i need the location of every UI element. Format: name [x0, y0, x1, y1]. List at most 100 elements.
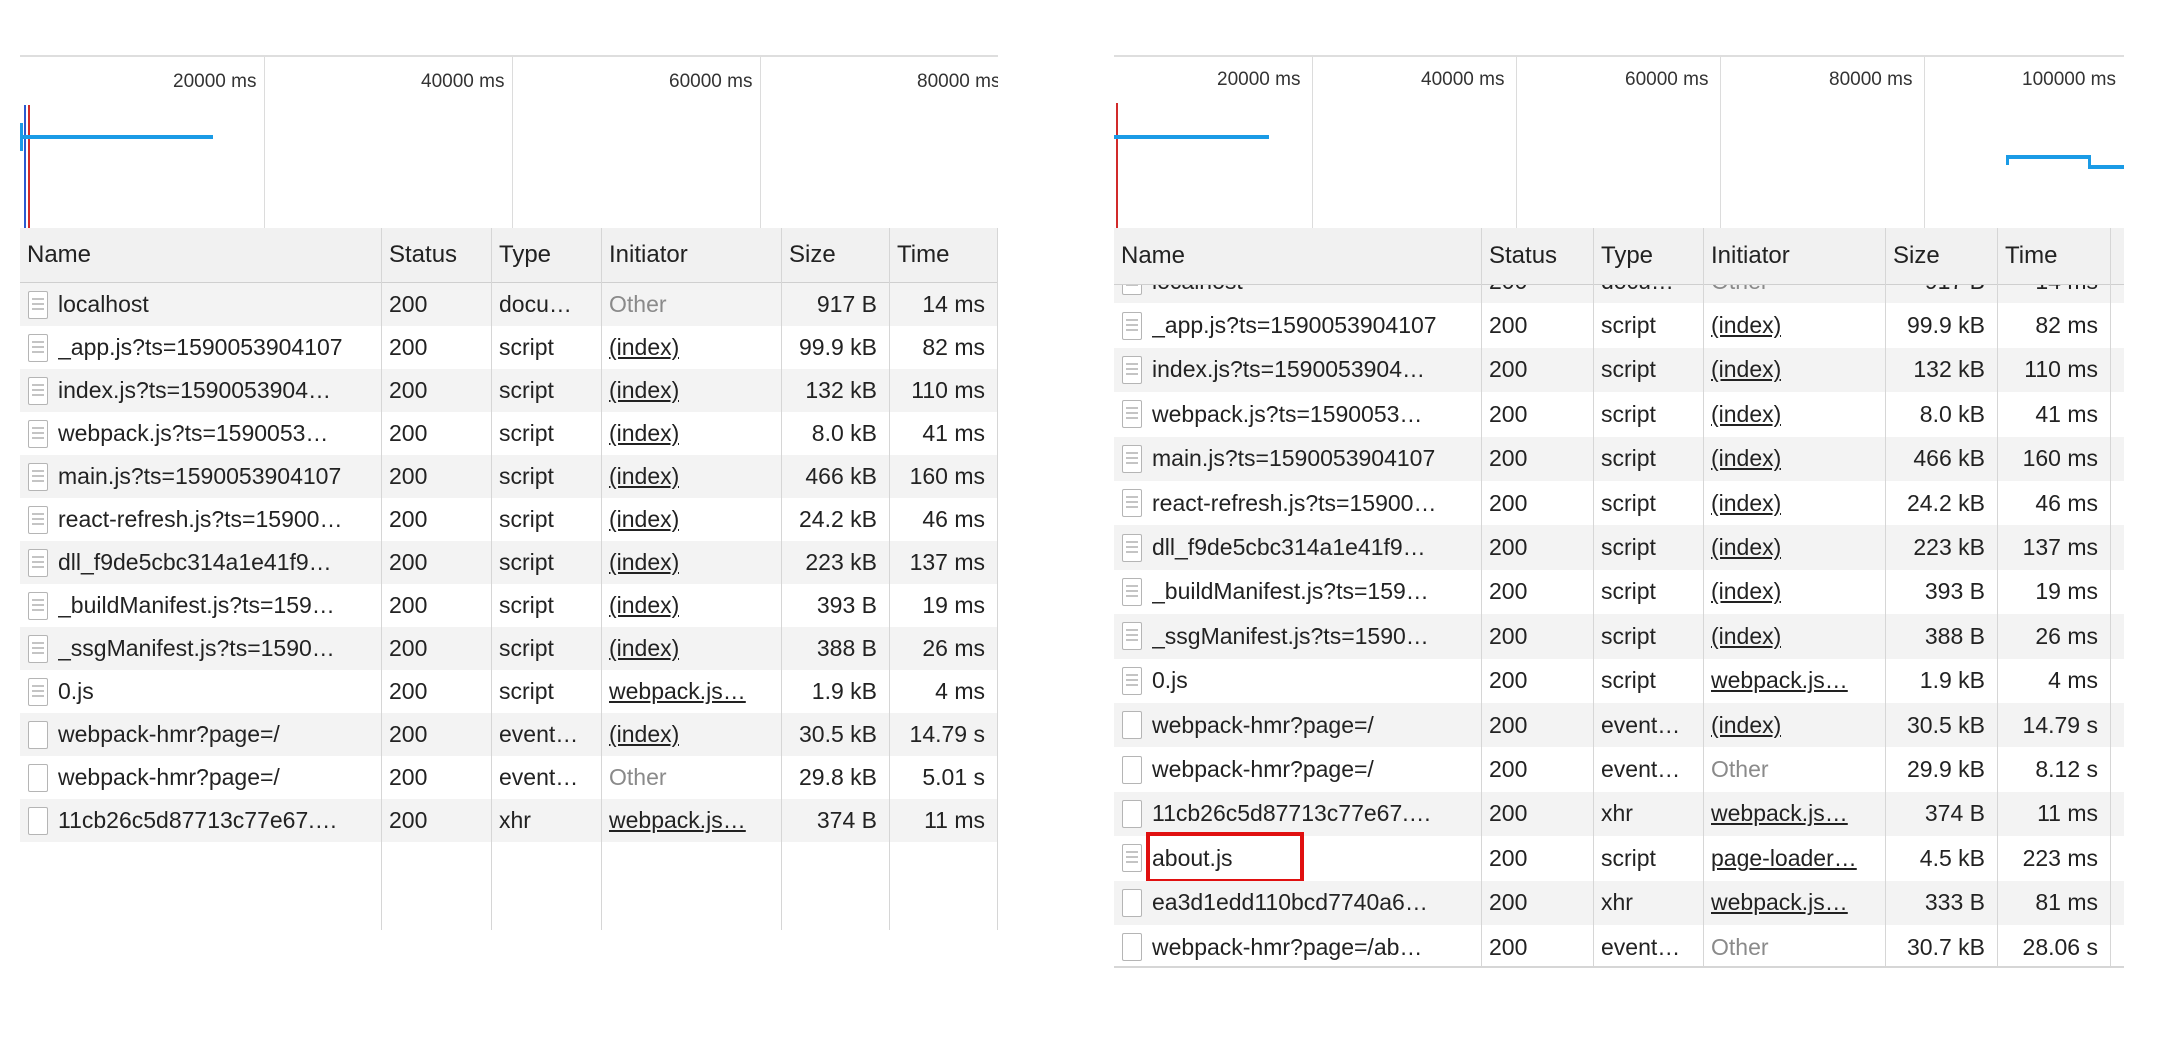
- table-row[interactable]: _ssgManifest.js?ts=1590… 200 script (index)…: [1114, 614, 2124, 659]
- request-initiator[interactable]: webpack.js…: [1711, 667, 1848, 694]
- column-divider[interactable]: [1997, 228, 1998, 966]
- table-row[interactable]: localhost 200 docu… Other 917 B 14 ms: [20, 283, 998, 326]
- column-divider[interactable]: [781, 228, 782, 930]
- request-name-cell[interactable]: dll_f9de5cbc314a1e41f9…: [20, 541, 381, 584]
- request-name-cell[interactable]: index.js?ts=1590053904…: [20, 369, 381, 412]
- request-initiator[interactable]: (index): [1711, 534, 1781, 561]
- request-name-cell[interactable]: _buildManifest.js?ts=159…: [1114, 570, 1481, 614]
- request-name-cell[interactable]: _buildManifest.js?ts=159…: [20, 584, 381, 627]
- table-row[interactable]: _app.js?ts=1590053904107 200 script (index)…: [20, 326, 998, 369]
- column-divider[interactable]: [381, 228, 382, 930]
- request-name-cell[interactable]: react-refresh.js?ts=15900…: [20, 498, 381, 541]
- table-row[interactable]: webpack-hmr?page=/ 200 event… Other 29.8 kB 5…: [20, 756, 998, 799]
- table-row[interactable]: index.js?ts=1590053904… 200 script (index) 1…: [20, 369, 998, 412]
- table-row[interactable]: webpack-hmr?page=/ 200 event… (index) 30.5 k…: [1114, 703, 2124, 748]
- column-header-name[interactable]: Name: [20, 228, 91, 282]
- table-row[interactable]: main.js?ts=1590053904107 200 script (index)…: [20, 455, 998, 498]
- column-header-name[interactable]: Name: [1114, 228, 1185, 284]
- request-initiator[interactable]: webpack.js…: [1711, 889, 1848, 916]
- table-row[interactable]: 0.js 200 script webpack.js… 1.9 kB 4 ms: [1114, 659, 2124, 703]
- column-header-time[interactable]: Time: [890, 228, 949, 282]
- table-row[interactable]: 11cb26c5d87713c77e67.… 200 xhr webpack.js… 3…: [20, 799, 998, 842]
- request-name-cell[interactable]: ea3d1edd110bcd7740a6…: [1114, 881, 1481, 925]
- request-rows[interactable]: localhost200docu…Other917 B14 ms_app.js?…: [1114, 285, 2124, 966]
- table-row[interactable]: ea3d1edd110bcd7740a6… 200 xhr webpack.js… 33…: [1114, 880, 2124, 925]
- request-initiator[interactable]: webpack.js…: [609, 678, 746, 705]
- request-name-cell[interactable]: _app.js?ts=1590053904107: [20, 326, 381, 369]
- column-header-initiator[interactable]: Initiator: [1704, 228, 1790, 284]
- request-name-cell[interactable]: webpack-hmr?page=/: [1114, 747, 1481, 791]
- column-divider[interactable]: [889, 228, 890, 930]
- column-divider[interactable]: [1593, 228, 1594, 966]
- request-name-cell[interactable]: webpack.js?ts=1590053…: [20, 412, 381, 455]
- table-row[interactable]: 11cb26c5d87713c77e67.… 200 xhr webpack.js… 3…: [1114, 791, 2124, 837]
- table-row[interactable]: _ssgManifest.js?ts=1590… 200 script (index)…: [20, 627, 998, 670]
- column-header-status[interactable]: Status: [382, 228, 457, 282]
- table-row[interactable]: _buildManifest.js?ts=159… 200 script (index…: [1114, 570, 2124, 614]
- column-divider[interactable]: [1703, 228, 1704, 966]
- column-header-time[interactable]: Time: [1998, 228, 2057, 284]
- request-name-cell[interactable]: webpack-hmr?page=/: [20, 756, 381, 799]
- request-name-cell[interactable]: index.js?ts=1590053904…: [1114, 348, 1481, 392]
- request-name-cell[interactable]: localhost: [1114, 285, 1481, 303]
- table-row[interactable]: index.js?ts=1590053904… 200 script (index) 1…: [1114, 347, 2124, 393]
- request-initiator[interactable]: (index): [609, 549, 679, 576]
- column-header-size[interactable]: Size: [782, 228, 836, 282]
- column-header-type[interactable]: Type: [1594, 228, 1653, 284]
- table-row[interactable]: webpack-hmr?page=/ab… 200 event… Other 30.7 …: [1114, 925, 2124, 966]
- request-name-cell[interactable]: dll_f9de5cbc314a1e41f9…: [1114, 525, 1481, 569]
- column-header-initiator[interactable]: Initiator: [602, 228, 688, 282]
- table-row[interactable]: dll_f9de5cbc314a1e41f9… 200 script (index) 2…: [1114, 525, 2124, 570]
- request-name-cell[interactable]: main.js?ts=1590053904107: [20, 455, 381, 498]
- table-row[interactable]: webpack-hmr?page=/ 200 event… Other 29.9 kB 8…: [1114, 747, 2124, 791]
- request-initiator[interactable]: (index): [1711, 312, 1781, 339]
- column-divider[interactable]: [2110, 228, 2111, 966]
- table-row[interactable]: 0.js 200 script webpack.js… 1.9 kB 4 ms: [20, 670, 998, 713]
- request-initiator[interactable]: (index): [1711, 578, 1781, 605]
- table-row[interactable]: about.js 200 script page-loader… 4.5 kB 223 m…: [1114, 832, 2124, 883]
- request-initiator[interactable]: (index): [609, 420, 679, 447]
- request-name-cell[interactable]: 11cb26c5d87713c77e67.…: [1114, 792, 1481, 836]
- request-initiator[interactable]: (index): [1711, 623, 1781, 650]
- request-name-cell[interactable]: main.js?ts=1590053904107: [1114, 437, 1481, 481]
- request-initiator[interactable]: (index): [1711, 490, 1781, 517]
- request-name-cell[interactable]: webpack.js?ts=1590053…: [1114, 392, 1481, 436]
- table-row[interactable]: main.js?ts=1590053904107 200 script (index)…: [1114, 436, 2124, 481]
- table-row[interactable]: webpack-hmr?page=/ 200 event… (index) 30.5 k…: [20, 713, 998, 756]
- request-name-cell[interactable]: localhost: [20, 283, 381, 326]
- request-name-cell[interactable]: _ssgManifest.js?ts=1590…: [20, 627, 381, 670]
- request-initiator[interactable]: webpack.js…: [1711, 800, 1848, 827]
- table-row[interactable]: webpack.js?ts=1590053… 200 script (index) 8.…: [20, 412, 998, 455]
- request-name-cell[interactable]: 0.js: [20, 670, 381, 713]
- request-name-cell[interactable]: _app.js?ts=1590053904107: [1114, 303, 1481, 347]
- request-initiator[interactable]: (index): [609, 463, 679, 490]
- column-divider[interactable]: [1885, 228, 1886, 966]
- request-name-cell[interactable]: 11cb26c5d87713c77e67.…: [20, 799, 381, 842]
- request-name-cell[interactable]: webpack-hmr?page=/ab…: [1114, 925, 1481, 966]
- column-divider[interactable]: [997, 228, 998, 930]
- request-name-cell[interactable]: 0.js: [1114, 659, 1481, 703]
- column-header-status[interactable]: Status: [1482, 228, 1557, 284]
- table-row[interactable]: webpack.js?ts=1590053… 200 script (index) 8.…: [1114, 392, 2124, 436]
- request-name-cell[interactable]: react-refresh.js?ts=15900…: [1114, 481, 1481, 525]
- column-divider[interactable]: [601, 228, 602, 930]
- table-row[interactable]: react-refresh.js?ts=15900… 200 script (inde…: [1114, 481, 2124, 525]
- table-row[interactable]: react-refresh.js?ts=15900… 200 script (inde…: [20, 498, 998, 541]
- request-initiator[interactable]: (index): [609, 334, 679, 361]
- request-initiator[interactable]: (index): [1711, 356, 1781, 383]
- request-initiator[interactable]: (index): [609, 377, 679, 404]
- table-row[interactable]: dll_f9de5cbc314a1e41f9… 200 script (index) 2…: [20, 541, 998, 584]
- column-divider[interactable]: [491, 228, 492, 930]
- column-divider[interactable]: [1481, 228, 1482, 966]
- request-name-cell[interactable]: _ssgManifest.js?ts=1590…: [1114, 614, 1481, 658]
- request-initiator[interactable]: webpack.js…: [609, 807, 746, 834]
- request-initiator[interactable]: (index): [609, 721, 679, 748]
- request-name-cell[interactable]: webpack-hmr?page=/: [1114, 703, 1481, 747]
- network-overview-timeline[interactable]: 20000 ms 40000 ms 60000 ms 80000 ms: [20, 55, 998, 232]
- request-initiator[interactable]: (index): [609, 506, 679, 533]
- request-initiator[interactable]: (index): [609, 592, 679, 619]
- table-row[interactable]: _buildManifest.js?ts=159… 200 script (index…: [20, 584, 998, 627]
- request-initiator[interactable]: page-loader…: [1711, 845, 1857, 872]
- request-initiator[interactable]: (index): [1711, 445, 1781, 472]
- table-row[interactable]: _app.js?ts=1590053904107 200 script (index)…: [1114, 303, 2124, 347]
